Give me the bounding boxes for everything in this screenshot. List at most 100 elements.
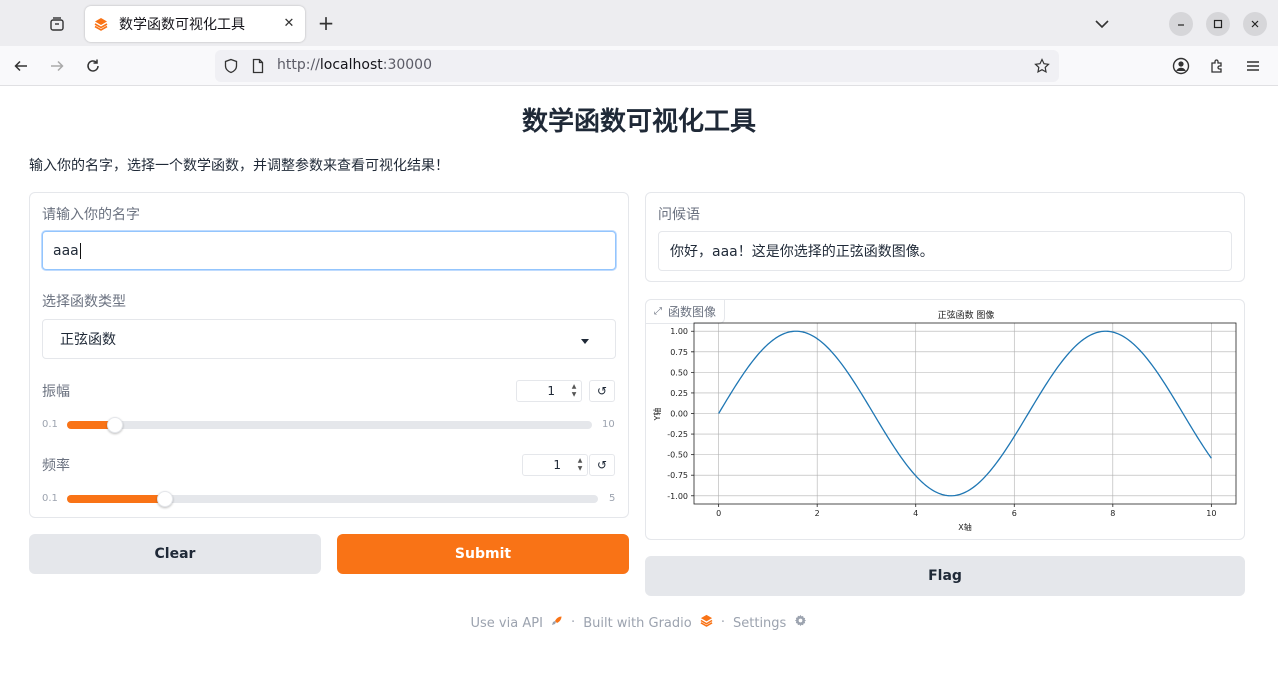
greeting-text: 你好，aaa！这是你选择的正弦函数图像。 <box>670 244 934 260</box>
x-axis-label: X轴 <box>958 522 971 532</box>
window-close-icon[interactable] <box>1243 12 1267 36</box>
flag-button[interactable]: Flag <box>645 556 1245 596</box>
function-type-label: 选择函数类型 <box>42 294 126 310</box>
url-prefix: http:// <box>277 57 320 73</box>
footer-separator: · <box>571 615 576 630</box>
extensions-icon[interactable] <box>1205 54 1229 78</box>
url-host: localhost <box>319 57 383 73</box>
greeting-panel: 问候语 你好，aaa！这是你选择的正弦函数图像。 <box>645 192 1245 282</box>
x-tick-label: 2 <box>815 509 820 518</box>
y-tick-label: 0.75 <box>670 348 688 357</box>
submit-button[interactable]: Submit <box>337 534 629 574</box>
function-type-dropdown[interactable]: 正弦函数 <box>42 319 616 359</box>
menu-hamburger-icon[interactable] <box>1241 54 1265 78</box>
browser-tab-active[interactable]: 数学函数可视化工具 ✕ <box>85 6 305 42</box>
greeting-label: 问候语 <box>658 207 700 223</box>
amplitude-slider-thumb[interactable] <box>107 417 123 433</box>
reset-icon: ↺ <box>596 458 608 472</box>
frequency-slider-fill <box>67 495 165 503</box>
function-type-value: 正弦函数 <box>60 332 116 348</box>
x-tick-label: 6 <box>1012 509 1017 518</box>
amplitude-max: 10 <box>602 419 615 430</box>
footer: Use via API · Built with Gradio · Settin… <box>0 614 1278 631</box>
gradio-logo-icon <box>696 614 713 631</box>
y-tick-label: -0.50 <box>667 451 688 460</box>
frequency-value: 1 <box>553 458 561 472</box>
function-plot: 正弦函数 图像 0 2 4 6 8 10 -1.00 -0.75 -0.50 -0.25 0.00… <box>652 309 1237 532</box>
clear-button[interactable]: Clear <box>29 534 321 574</box>
reload-icon[interactable] <box>81 54 105 78</box>
browser-tab-bar: 数学函数可视化工具 ✕ + <box>0 0 1278 46</box>
frequency-slider-thumb[interactable] <box>157 491 173 507</box>
rocket-icon <box>547 616 563 631</box>
x-axis-ticks: 0 2 4 6 8 10 <box>716 504 1216 518</box>
plot-panel: ⤢ 函数图像 正弦函数 图像 0 2 4 6 8 10 -1.00 -0.75 -0.50 -0… <box>645 299 1245 540</box>
name-input-value: aaa <box>53 242 79 259</box>
amplitude-value: 1 <box>547 384 555 398</box>
y-axis-label: Y轴 <box>652 408 662 422</box>
y-tick-label: 0.50 <box>670 368 688 377</box>
amplitude-spinner-icon[interactable]: ▲ ▼ <box>567 381 581 401</box>
y-axis-ticks: -1.00 -0.75 -0.50 -0.25 0.00 0.25 0.50 0.75 1.00 <box>667 327 694 501</box>
settings-link-text: Settings <box>733 616 787 631</box>
text-caret <box>79 242 81 259</box>
y-tick-label: 0.25 <box>670 389 688 398</box>
reset-icon: ↺ <box>596 384 608 398</box>
bookmark-star-icon[interactable] <box>1034 58 1050 74</box>
frequency-slider[interactable] <box>67 491 598 507</box>
url-bar[interactable]: http://localhost:30000 <box>215 50 1059 82</box>
x-tick-label: 10 <box>1206 509 1216 518</box>
amplitude-reset-button[interactable]: ↺ <box>589 380 615 402</box>
frequency-reset-button[interactable]: ↺ <box>589 454 615 476</box>
built-with-gradio-link[interactable]: Built with Gradio <box>583 614 713 631</box>
maximize-icon[interactable] <box>1206 12 1230 36</box>
frequency-number-input[interactable]: 1 ▲ ▼ <box>522 454 588 476</box>
amplitude-label: 振幅 <box>42 384 70 400</box>
app-page: 数学函数可视化工具 输入你的名字，选择一个数学函数，并调整参数来查看可视化结果！… <box>0 87 1278 680</box>
browser-nav-bar: http://localhost:30000 <box>0 46 1278 86</box>
frequency-label: 频率 <box>42 458 70 474</box>
x-tick-label: 4 <box>913 509 918 518</box>
chart-title: 正弦函数 图像 <box>938 309 995 321</box>
dropdown-arrow-icon <box>581 339 589 344</box>
new-tab-icon[interactable]: + <box>314 12 338 36</box>
minimize-icon[interactable] <box>1169 12 1193 36</box>
frequency-spinner-icon[interactable]: ▲ ▼ <box>573 455 587 475</box>
chart-grid <box>694 323 1236 504</box>
account-icon[interactable] <box>1169 54 1193 78</box>
shield-icon[interactable] <box>223 58 239 74</box>
url-text[interactable]: http://localhost:30000 <box>277 57 432 73</box>
y-tick-label: 0.00 <box>670 410 688 419</box>
built-link-text: Built with Gradio <box>583 616 692 631</box>
tab-overview-icon[interactable] <box>44 12 70 36</box>
name-label: 请输入你的名字 <box>42 207 140 223</box>
page-description: 输入你的名字，选择一个数学函数，并调整参数来查看可视化结果！ <box>29 158 449 174</box>
name-input[interactable]: aaa <box>42 231 616 270</box>
amplitude-slider[interactable] <box>67 417 592 433</box>
forward-arrow-icon[interactable] <box>45 54 69 78</box>
footer-separator: · <box>720 615 725 630</box>
x-tick-label: 8 <box>1110 509 1115 518</box>
input-panel: 请输入你的名字 aaa 选择函数类型 正弦函数 振幅 1 ▲ ▼ ↺ 0.1 10… <box>29 192 629 518</box>
amplitude-min: 0.1 <box>42 419 58 430</box>
frequency-min: 0.1 <box>42 493 58 504</box>
tab-close-icon[interactable]: ✕ <box>281 16 297 32</box>
y-tick-label: 1.00 <box>670 327 688 336</box>
gradio-favicon-icon <box>93 16 109 32</box>
amplitude-number-input[interactable]: 1 ▲ ▼ <box>516 380 582 402</box>
page-title: 数学函数可视化工具 <box>521 107 756 137</box>
tab-title: 数学函数可视化工具 <box>119 17 245 33</box>
back-arrow-icon[interactable] <box>9 54 33 78</box>
y-tick-label: -1.00 <box>667 492 688 501</box>
settings-link[interactable]: Settings <box>733 614 807 631</box>
greeting-output[interactable]: 你好，aaa！这是你选择的正弦函数图像。 <box>658 231 1232 271</box>
y-tick-label: -0.75 <box>667 471 688 480</box>
api-link-text: Use via API <box>470 615 543 631</box>
y-tick-label: -0.25 <box>667 430 688 439</box>
chevron-down-icon[interactable] <box>1092 14 1112 34</box>
use-via-api-link[interactable]: Use via API <box>471 615 564 631</box>
x-tick-label: 0 <box>716 509 721 518</box>
page-info-icon[interactable] <box>250 58 266 74</box>
gear-icon <box>790 614 807 631</box>
url-port: :30000 <box>382 57 432 73</box>
